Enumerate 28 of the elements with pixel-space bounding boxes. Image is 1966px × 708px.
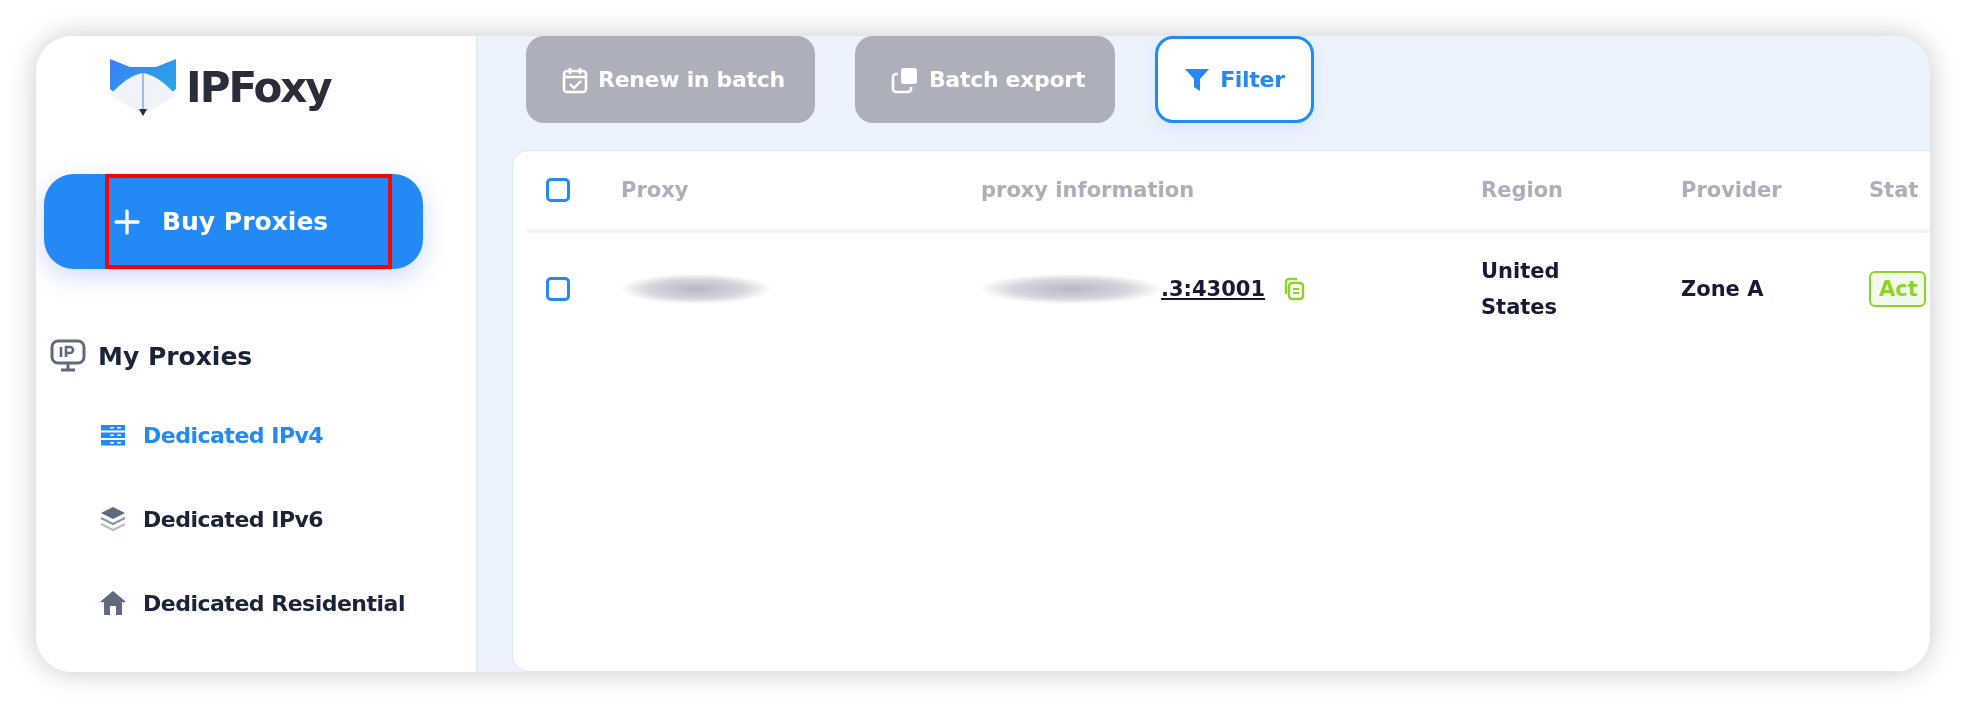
status-badge: Act: [1869, 271, 1926, 307]
proxy-link[interactable]: .3:43001: [1161, 277, 1266, 301]
column-header: Provider: [1681, 178, 1782, 202]
section-title: My Proxies: [98, 341, 253, 371]
fox-logo-icon: [108, 57, 178, 117]
filter-button[interactable]: Filter: [1155, 36, 1314, 123]
copy-icon[interactable]: [1283, 277, 1306, 301]
row-checkbox[interactable]: [546, 277, 570, 301]
region-text: United States: [1481, 258, 1561, 321]
column-header: Stat: [1869, 178, 1919, 202]
server-icon: [101, 423, 125, 447]
sidebar-item[interactable]: Dedicated IPv4: [98, 393, 476, 477]
layers-icon: [100, 506, 126, 532]
column-header: proxy information: [981, 178, 1195, 202]
buy-proxies-button[interactable]: Buy Proxies: [44, 174, 423, 269]
filter-icon: [1184, 67, 1211, 92]
sidebar-item[interactable]: Dedicated Residential: [98, 561, 476, 645]
plus-icon: [114, 208, 140, 235]
provider-text: Zone A: [1681, 277, 1764, 301]
monitor-icon: [50, 339, 86, 373]
copy-icon: [890, 65, 919, 94]
calendar-icon: [562, 65, 588, 94]
house-icon: [99, 590, 127, 616]
select-all-checkbox[interactable]: [546, 178, 570, 202]
column-header: Region: [1481, 178, 1564, 202]
brand-name: IPFoxy: [186, 62, 331, 112]
column-header: Proxy: [621, 178, 689, 202]
sidebar-item[interactable]: Dedicated IPv6: [98, 477, 476, 561]
